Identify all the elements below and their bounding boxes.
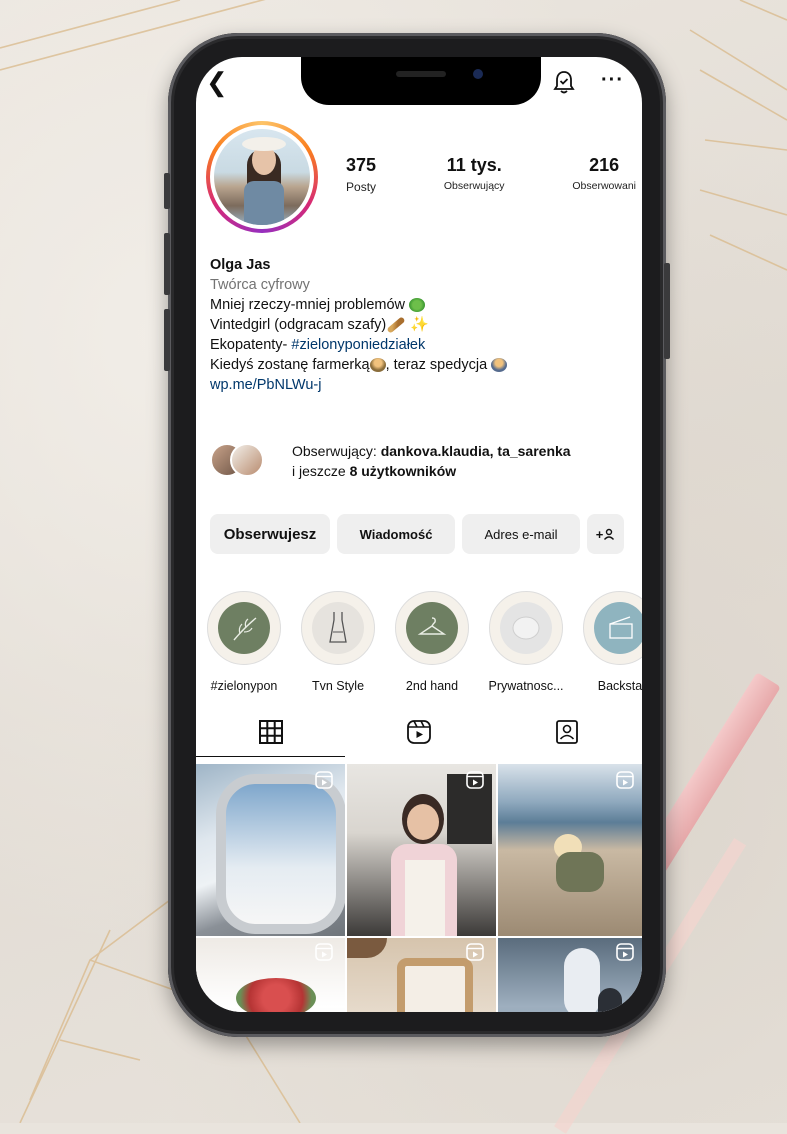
followers-stat[interactable]: 11 tys. Obserwujący [444,155,505,194]
highlight-tvn-style[interactable]: Tvn Style [300,591,376,693]
back-icon[interactable]: ❮ [206,69,228,95]
reel-badge-icon [616,771,634,789]
profile-tabs [196,707,642,757]
sparkles-icon: ✨ [410,316,429,333]
leaf-icon [218,602,270,654]
highlight-label: Tvn Style [311,679,365,693]
followed-by-names: dankova.klaudia, ta_sarenka [380,443,571,459]
hashtag-link[interactable]: #zielonyponiedziałek [291,337,425,353]
avatar [214,129,310,225]
notification-bell-icon[interactable] [552,69,576,95]
highlight-label: Backsta [597,679,642,693]
post-thumbnail[interactable] [347,764,496,936]
posts-grid [196,764,642,1012]
following-count: 216 [589,155,620,175]
profile-stats: 375 Posty 11 tys. Obserwujący 216 Obserw… [346,155,636,194]
story-highlights: #zielonypon Tvn Style 2nd hand Prywatnos… [206,591,642,693]
office-worker-icon [491,358,508,373]
add-label: + [595,526,604,542]
bio-line-2: Vintedgirl (odgracam szafy) ✨ [210,316,429,334]
posts-stat[interactable]: 375 Posty [346,155,376,194]
power-button [664,263,670,359]
phone-screen: ❮ ··· 375 Posty 11 tys. Obserwujący 216 … [196,57,642,1012]
followed-by[interactable]: Obserwujący: dankova.klaudia, ta_sarenka… [210,439,630,483]
reel-badge-icon [466,771,484,789]
lemon-icon [500,602,552,654]
following-button[interactable]: Obserwujesz [210,514,330,554]
email-button[interactable]: Adres e-mail [462,514,580,554]
following-stat[interactable]: 216 Obserwowani [572,155,636,194]
reel-badge-icon [466,943,484,961]
more-icon[interactable]: ··· [601,69,624,92]
post-thumbnail[interactable] [498,764,642,936]
followers-count: 11 tys. [446,155,502,175]
reels-icon[interactable] [404,717,434,747]
highlight-label: Prywatnosc... [488,679,564,693]
reel-badge-icon [315,771,333,789]
bio-line-4: Kiedyś zostanę farmerką, teraz spedycja [210,355,630,375]
profile-category: Twórca cyfrowy [210,277,310,293]
followers-label: Obserwujący [443,180,505,192]
clapperboard-icon [594,602,642,654]
highlight-2nd-hand[interactable]: 2nd hand [394,591,470,693]
active-tab-indicator [196,756,345,757]
tagged-icon[interactable] [552,717,582,747]
phone-frame: ❮ ··· 375 Posty 11 tys. Obserwujący 216 … [164,33,670,1037]
highlight-prywatnosc[interactable]: Prywatnosc... [488,591,564,693]
reel-badge-icon [315,943,333,961]
profile-actions: Obserwujesz Wiadomość Adres e-mail + [210,514,630,554]
hanger-icon [406,602,458,654]
followed-by-text: Obserwujący: dankova.klaudia, ta_sarenka… [292,443,571,479]
posts-count: 375 [346,155,377,175]
mute-switch [164,173,170,209]
highlight-zielony[interactable]: #zielonypon [206,591,282,693]
broom-icon [386,316,406,334]
person-icon [604,528,615,540]
volume-down-button [164,309,170,371]
bio-line-3: Ekopatenty- #zielonyponiedziałek [210,337,426,353]
highlight-label: #zielonypon [210,679,278,693]
volume-up-button [164,233,170,295]
add-user-button[interactable]: + [587,514,624,554]
notch [301,57,541,105]
followed-by-count: 8 użytkowników [349,463,457,479]
profile-name: Olga Jas [210,257,271,273]
grid-icon[interactable] [256,717,286,747]
follower-avatar-2 [230,443,264,477]
bio-line-1: Mniej rzeczy-mniej problemów [210,295,630,315]
profile-link[interactable]: wp.me/PbNLWu-j [210,375,630,395]
posts-label: Posty [346,180,377,194]
following-label: Obserwowani [572,180,636,192]
highlight-backstage[interactable]: Backsta [582,591,642,693]
dress-icon [312,602,364,654]
message-button[interactable]: Wiadomość [337,514,455,554]
profile-bio: Olga Jas Twórca cyfrowy Mniej rzeczy-mni… [210,255,630,395]
highlight-label: 2nd hand [405,679,459,693]
farmer-icon [369,358,386,373]
recycle-icon [409,298,426,313]
avatar-ring[interactable] [206,121,318,233]
reel-badge-icon [616,943,634,961]
post-thumbnail[interactable] [196,764,345,936]
